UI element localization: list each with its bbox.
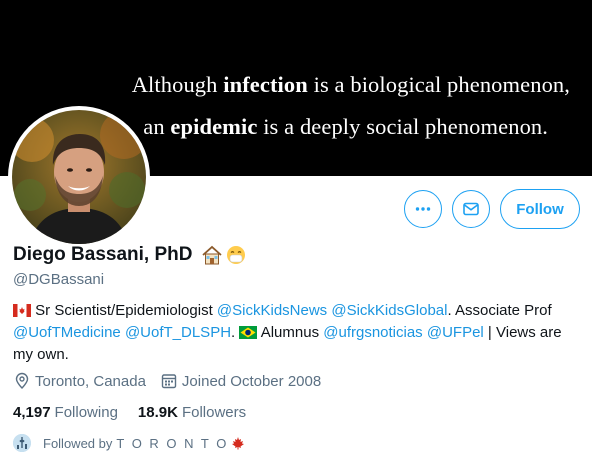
display-name: Diego Bassani, PhD (13, 244, 193, 265)
join-date: Joined October 2008 (160, 372, 321, 390)
mention-sickkidsglobal[interactable]: @SickKidsGlobal (331, 302, 447, 319)
mask-face-icon (226, 246, 245, 264)
name-row: Diego Bassani, PhD (13, 244, 247, 266)
profile-avatar[interactable] (8, 106, 150, 248)
mention-sickkidsnews[interactable]: @SickKidsNews (217, 302, 327, 319)
follow-button[interactable]: Follow (500, 189, 580, 229)
banner-quote-line-1: Although infection is a biological pheno… (131, 72, 570, 97)
calendar-icon (161, 374, 177, 389)
message-button[interactable] (452, 190, 490, 228)
location-pin-icon (15, 372, 29, 389)
banner-quote-line-2: an epidemic is a deeply social phenomeno… (143, 114, 548, 139)
profile-meta: Toronto, Canada Joined October 2008 (13, 372, 335, 390)
following-link[interactable]: 4,197 Following (13, 404, 118, 421)
follower-avatar (13, 434, 31, 452)
mention-ufpel[interactable]: @UFPel (427, 324, 484, 341)
envelope-icon (463, 202, 479, 216)
avatar-photo (12, 110, 146, 244)
more-icon (415, 207, 431, 211)
user-handle: @DGBassani (13, 271, 105, 288)
follow-stats: 4,197 Following 18.9K Followers (13, 404, 266, 421)
house-icon (201, 245, 222, 265)
name-emojis (201, 245, 247, 265)
followers-link[interactable]: 18.9K Followers (138, 404, 246, 421)
followed-by[interactable]: Followed by T O R O N T O (13, 434, 245, 452)
location: Toronto, Canada (13, 372, 146, 390)
mention-ufrgsnoticias[interactable]: @ufrgsnoticias (323, 324, 422, 341)
more-options-button[interactable] (404, 190, 442, 228)
canada-flag-icon (13, 304, 31, 317)
profile-bio: Sr Scientist/Epidemiologist @SickKidsNew… (13, 302, 562, 363)
brazil-flag-icon (239, 326, 258, 339)
maple-leaf-icon (232, 437, 245, 450)
mention-uoftmedicine[interactable]: @UofTMedicine (13, 324, 121, 341)
mention-uoft-dlsph[interactable]: @UofT_DLSPH (125, 324, 231, 341)
